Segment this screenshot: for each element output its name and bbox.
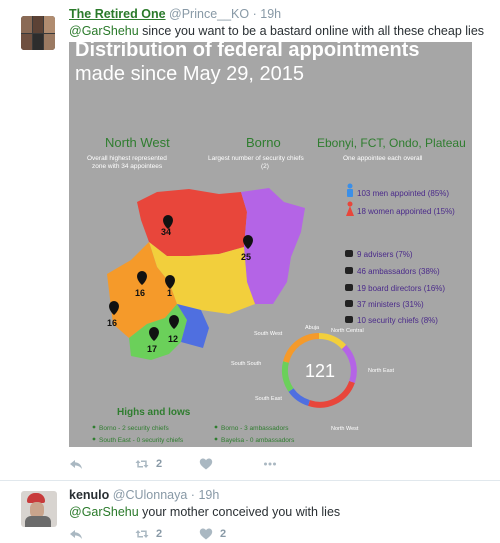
timestamp[interactable]: 19h — [198, 488, 219, 502]
col1-sub2: zone with 34 appointees — [92, 163, 163, 170]
highs-lows-item-1: Borno - 2 security chiefs — [99, 425, 169, 432]
retweet-button[interactable]: 2 — [135, 457, 162, 471]
col3-title: Ebonyi, FCT, Ondo, Plateau — [317, 136, 466, 150]
mention-link[interactable]: @GarShehu — [69, 505, 139, 519]
more-icon — [264, 462, 276, 466]
user-avatar[interactable] — [21, 491, 57, 527]
col3-sub1: One appointee each overall — [343, 155, 423, 162]
map-count-north-west: 34 — [161, 227, 171, 237]
retweet-count: 2 — [156, 528, 163, 540]
display-name[interactable]: The Retired One — [69, 7, 166, 21]
display-name[interactable]: kenulo — [69, 488, 109, 502]
advisers-stat: 9 advisers (7%) — [357, 250, 413, 259]
highs-lows-item-3: Borno - 3 ambassadors — [221, 425, 289, 432]
map-count-south-west: 16 — [107, 318, 117, 328]
infographic-title-line2: made since May 29, 2015 — [75, 63, 304, 85]
ring-label-north-west: North West — [331, 426, 359, 432]
ring-label-south-south: South South — [231, 361, 261, 367]
like-icon — [199, 528, 213, 540]
col1-title: North West — [105, 135, 170, 150]
board-directors-stat: 19 board directors (16%) — [357, 284, 445, 293]
reply-icon — [70, 530, 82, 539]
user-handle[interactable]: @CUlonnaya — [113, 488, 188, 502]
tweet-2-header: kenulo @CUlonnaya · 19h — [69, 488, 219, 502]
col2-sub1: Largest number of security chiefs — [208, 155, 304, 162]
ring-total: 121 — [305, 361, 335, 381]
reply-button[interactable] — [69, 457, 83, 471]
retweet-button[interactable]: 2 — [135, 527, 162, 541]
mention-link[interactable]: @GarShehu — [69, 24, 139, 38]
highs-lows-title: Highs and lows — [117, 407, 191, 418]
col2-sub2: (2) — [261, 163, 269, 170]
men-stat: 103 men appointed (85%) — [357, 189, 449, 198]
women-stat: 18 women appointed (15%) — [357, 207, 455, 216]
tweet-body: your mother conceived you with lies — [138, 505, 341, 519]
map-count-south-south: 17 — [147, 344, 157, 354]
men-icon — [347, 183, 353, 197]
highs-lows-item-2: South East - 0 security chiefs — [99, 437, 184, 444]
col2-title: Borno — [246, 135, 281, 150]
tweet-body: since you want to be a bastard online wi… — [138, 24, 485, 38]
separator-dot: · — [190, 488, 195, 502]
ring-label-north-central: North Central — [331, 328, 364, 334]
reply-icon — [70, 460, 82, 469]
map-count-north-central-a: 16 — [135, 288, 145, 298]
map-count-fct: 1 — [167, 288, 172, 298]
ring-label-abuja: Abuja — [305, 325, 320, 331]
reply-button[interactable] — [69, 527, 83, 541]
like-count: 2 — [220, 528, 227, 540]
infographic-title-line1: Distribution of federal appointments — [75, 42, 419, 61]
user-avatar[interactable] — [21, 16, 55, 50]
map-count-north-east: 25 — [241, 252, 251, 262]
security-chiefs-stat: 10 security chiefs (8%) — [357, 316, 438, 325]
like-button[interactable]: 2 — [199, 527, 226, 541]
tweet-2-text: @GarShehu your mother conceived you with… — [69, 505, 340, 519]
user-handle[interactable]: @Prince__KO — [169, 7, 249, 21]
tweet-1-header: The Retired One @Prince__KO · 19h — [69, 7, 281, 21]
map-count-south-east: 12 — [168, 334, 178, 344]
ambassadors-stat: 46 ambassadors (38%) — [357, 267, 440, 276]
retweet-icon — [135, 460, 149, 468]
separator-dot: · — [252, 7, 257, 21]
highs-lows-item-4: Bayelsa - 0 ambassadors — [221, 437, 295, 444]
like-icon — [199, 458, 213, 470]
retweet-count: 2 — [156, 458, 163, 470]
retweet-icon — [135, 530, 149, 538]
timestamp[interactable]: 19h — [260, 7, 281, 21]
more-options-button[interactable] — [263, 457, 277, 471]
like-button[interactable] — [199, 457, 213, 471]
tweet-1-actions: 2 — [69, 457, 329, 473]
ring-label-south-east: South East — [255, 396, 282, 402]
ministers-stat: 37 ministers (31%) — [357, 300, 424, 309]
tweet-2-actions: 2 2 — [69, 527, 329, 543]
ring-label-north-east: North East — [368, 368, 394, 374]
tweet-image-infographic[interactable]: Distribution of federal appointments mad… — [69, 42, 472, 447]
tweet-1-text: @GarShehu since you want to be a bastard… — [69, 24, 484, 38]
col1-sub1: Overall highest represented — [87, 155, 167, 162]
ring-label-south-west: South West — [254, 331, 283, 337]
